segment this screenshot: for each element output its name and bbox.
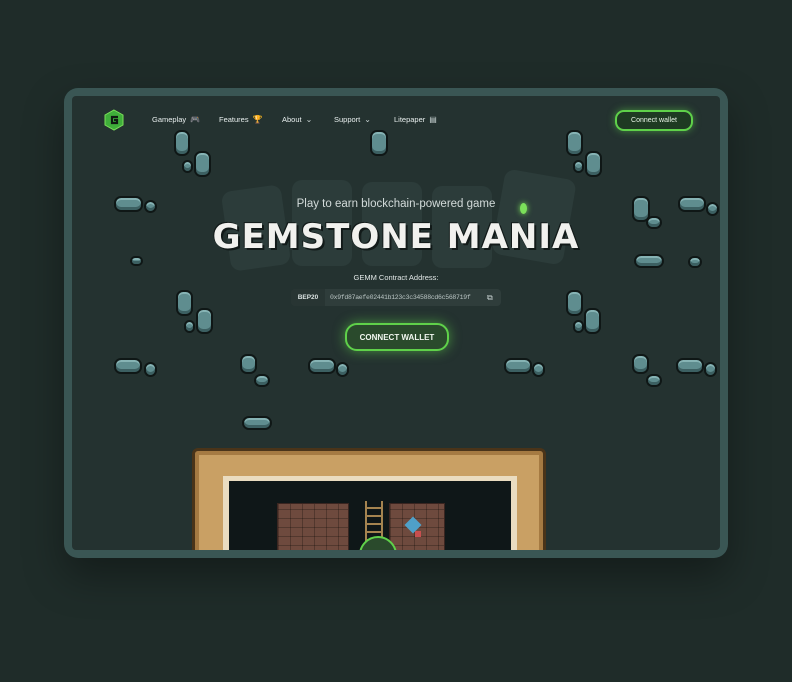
document-icon: ▤ xyxy=(429,115,437,124)
nav-about[interactable]: About ⌄ xyxy=(282,115,312,124)
brick-wall xyxy=(277,503,349,550)
rock-decoration xyxy=(566,290,583,316)
website-viewport: Gameplay 🎮 Features 🏆 About ⌄ Support ⌄ … xyxy=(72,96,720,550)
rock-decoration xyxy=(130,256,143,266)
copy-icon[interactable]: ⧉ xyxy=(487,293,501,303)
red-gem-icon xyxy=(415,531,421,537)
nav-about-label: About xyxy=(282,115,302,124)
rock-decoration xyxy=(573,160,584,173)
rock-decoration xyxy=(646,374,662,387)
game-title: GEMSTONE MANIA xyxy=(212,217,580,257)
gamepad-icon: 🎮 xyxy=(190,115,201,124)
chain-badge: BEP20 xyxy=(291,289,325,306)
nav-features[interactable]: Features 🏆 xyxy=(219,115,263,124)
top-navigation: Gameplay 🎮 Features 🏆 About ⌄ Support ⌄ … xyxy=(72,96,720,142)
rock-decoration xyxy=(504,358,532,374)
rock-decoration xyxy=(584,308,601,334)
chevron-down-icon: ⌄ xyxy=(364,115,371,124)
browser-frame: Gameplay 🎮 Features 🏆 About ⌄ Support ⌄ … xyxy=(64,88,728,558)
rock-decoration xyxy=(585,151,602,177)
gemstone-logo-icon[interactable] xyxy=(104,109,124,131)
rock-decoration xyxy=(254,374,270,387)
rock-decoration xyxy=(144,362,157,377)
rock-decoration xyxy=(196,308,213,334)
connect-wallet-button[interactable]: CONNECT WALLET xyxy=(345,323,449,351)
nav-litepaper-label: Litepaper xyxy=(394,115,426,124)
rock-decoration xyxy=(532,362,545,377)
rock-decoration xyxy=(676,358,704,374)
rock-decoration xyxy=(194,151,211,177)
rock-decoration xyxy=(182,160,193,173)
trophy-icon: 🏆 xyxy=(252,115,263,124)
rock-decoration xyxy=(632,354,649,374)
contract-address-box: BEP20 0x9fd87aefe02441b123c3c34588cd6c56… xyxy=(291,289,501,306)
rock-decoration xyxy=(242,416,272,430)
green-gem-icon xyxy=(520,203,527,214)
rock-decoration xyxy=(308,358,336,374)
rock-decoration xyxy=(240,354,257,374)
hero-subtitle: Play to earn blockchain-powered game xyxy=(296,198,496,210)
connect-wallet-nav-button[interactable]: Connect wallet xyxy=(615,110,693,131)
game-preview-frame xyxy=(192,448,546,550)
nav-gameplay[interactable]: Gameplay 🎮 xyxy=(152,115,200,124)
rock-decoration xyxy=(176,290,193,316)
rock-decoration xyxy=(114,358,142,374)
nav-features-label: Features xyxy=(219,115,249,124)
rock-decoration xyxy=(184,320,195,333)
contract-address-label: GEMM Contract Address: xyxy=(353,273,439,282)
nav-litepaper[interactable]: Litepaper ▤ xyxy=(394,115,437,124)
rock-decoration xyxy=(688,256,702,268)
rock-decoration xyxy=(573,320,584,333)
chevron-down-icon: ⌄ xyxy=(305,115,313,124)
nav-support-label: Support xyxy=(334,115,361,124)
rock-decoration xyxy=(704,362,717,377)
nav-gameplay-label: Gameplay xyxy=(152,115,187,124)
contract-address-value[interactable]: 0x9fd87aefe02441b123c3c34588cd6c568719f xyxy=(325,294,487,301)
nav-support[interactable]: Support ⌄ xyxy=(334,115,371,124)
rock-decoration xyxy=(336,362,349,377)
